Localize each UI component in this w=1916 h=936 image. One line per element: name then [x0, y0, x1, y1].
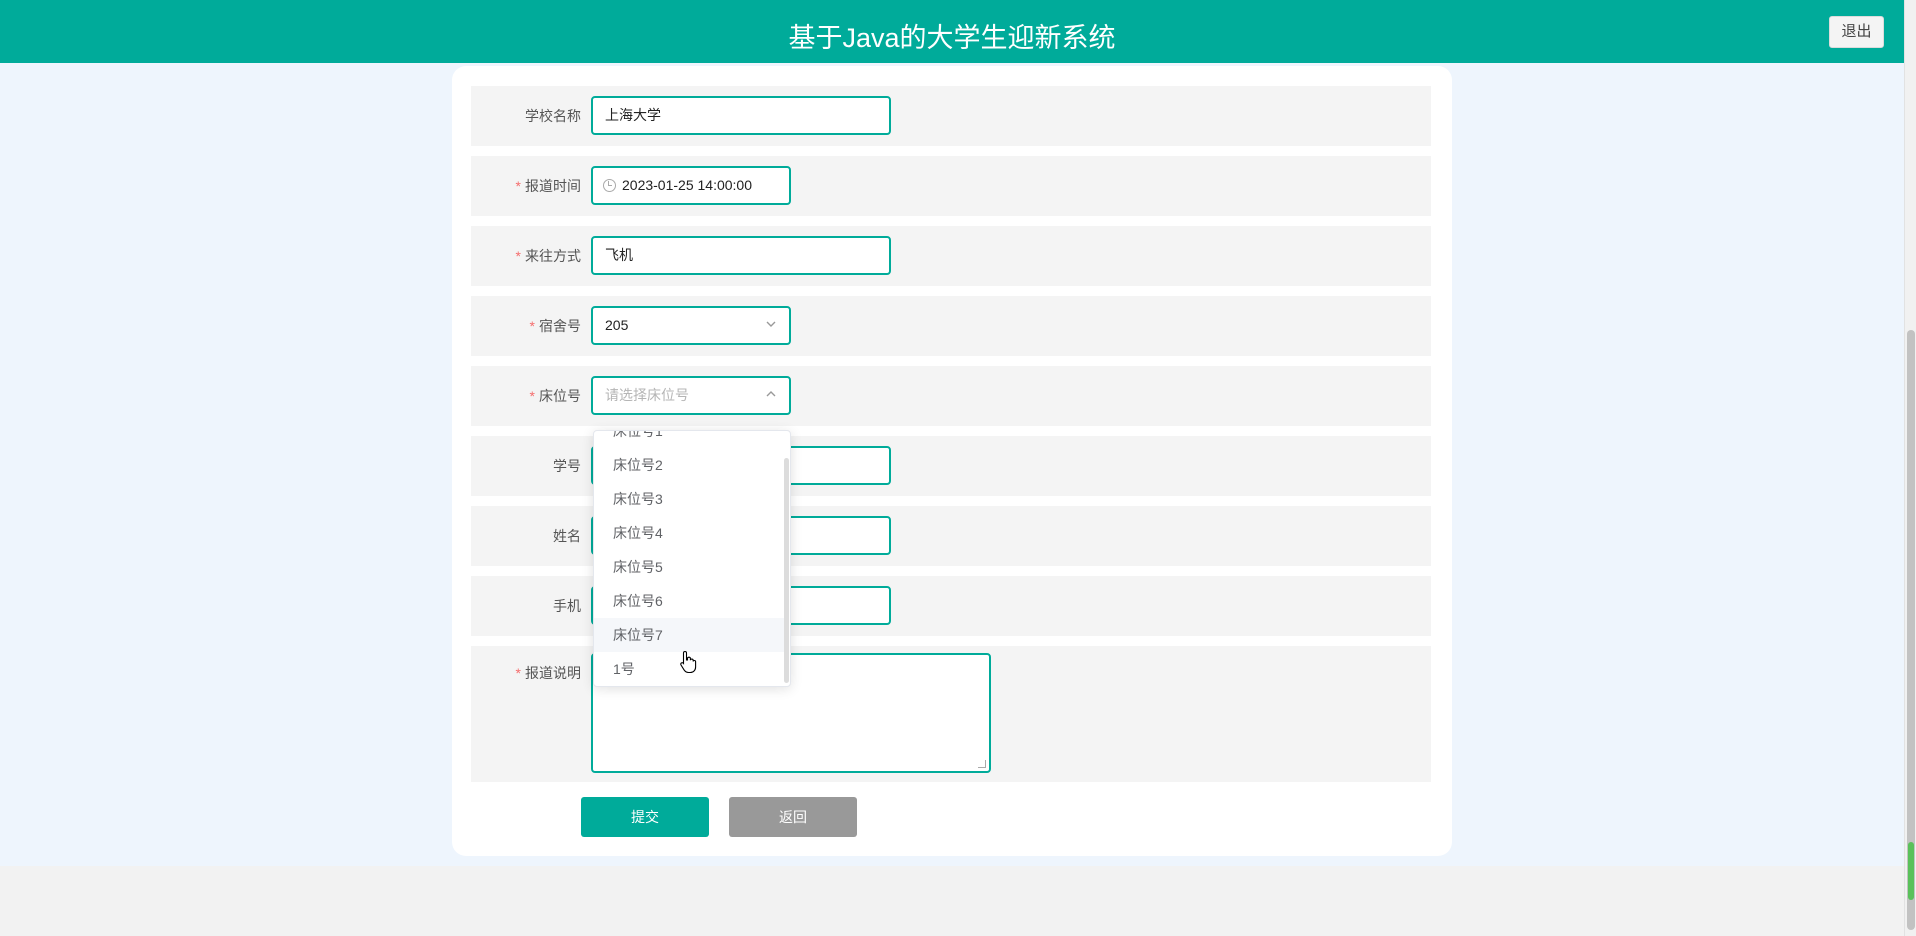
transport-input[interactable]: 飞机: [591, 236, 891, 275]
student-id-label: 学号: [553, 458, 581, 474]
dorm-value: 205: [605, 317, 629, 333]
dropdown-option[interactable]: 床位号5: [594, 550, 784, 584]
chevron-down-icon: [765, 317, 777, 333]
scroll-indicator: [1908, 842, 1914, 900]
bed-select[interactable]: 请选择床位号: [591, 376, 791, 415]
required-star: *: [529, 388, 535, 404]
dorm-row: * 宿舍号 205: [471, 296, 1431, 356]
report-time-row: * 报道时间 2023-01-25 14:00:00: [471, 156, 1431, 216]
dorm-select[interactable]: 205: [591, 306, 791, 345]
required-star: *: [529, 318, 535, 334]
school-row: 学校名称 上海大学: [471, 86, 1431, 146]
report-time-label: * 报道时间: [515, 178, 581, 194]
bed-placeholder: 请选择床位号: [605, 387, 689, 403]
dorm-label: * 宿舍号: [529, 318, 581, 334]
dropdown-option-hovered[interactable]: 床位号7: [594, 618, 784, 652]
bed-row: * 床位号 请选择床位号: [471, 366, 1431, 426]
school-label: 学校名称: [525, 108, 581, 124]
report-note-label: * 报道说明: [515, 665, 581, 681]
hand-pointer-cursor-icon: [680, 650, 697, 674]
transport-label: * 来往方式: [515, 248, 581, 264]
bed-dropdown: 床位号1 床位号2 床位号3 床位号4 床位号5 床位号6 床位号7 1号: [593, 430, 791, 687]
top-header: 基于Java的大学生迎新系统 退出: [0, 0, 1904, 63]
required-star: *: [515, 178, 521, 194]
resize-handle-icon[interactable]: [978, 760, 986, 768]
bed-label: * 床位号: [529, 388, 581, 404]
required-star: *: [515, 665, 521, 681]
page-scrollbar[interactable]: [1904, 0, 1916, 936]
transport-row: * 来往方式 飞机: [471, 226, 1431, 286]
page-footer-band: [0, 866, 1904, 936]
dropdown-scrollbar[interactable]: [784, 458, 789, 683]
dropdown-option[interactable]: 床位号2: [594, 448, 784, 482]
name-label: 姓名: [553, 528, 581, 544]
logout-button[interactable]: 退出: [1829, 16, 1884, 48]
dropdown-option[interactable]: 床位号3: [594, 482, 784, 516]
dropdown-option[interactable]: 床位号6: [594, 584, 784, 618]
app-title: 基于Java的大学生迎新系统: [788, 23, 1116, 53]
chevron-up-icon: [765, 387, 777, 403]
back-button[interactable]: 返回: [729, 797, 857, 837]
dropdown-option[interactable]: 床位号1: [594, 431, 784, 448]
page-scrollbar-thumb[interactable]: [1907, 330, 1915, 930]
report-time-picker[interactable]: 2023-01-25 14:00:00: [591, 166, 791, 205]
school-input[interactable]: 上海大学: [591, 96, 891, 135]
submit-button[interactable]: 提交: [581, 797, 709, 837]
clock-icon: [603, 179, 616, 192]
report-time-value: 2023-01-25 14:00:00: [622, 177, 752, 193]
dropdown-option[interactable]: 床位号4: [594, 516, 784, 550]
phone-label: 手机: [553, 598, 581, 614]
required-star: *: [515, 248, 521, 264]
